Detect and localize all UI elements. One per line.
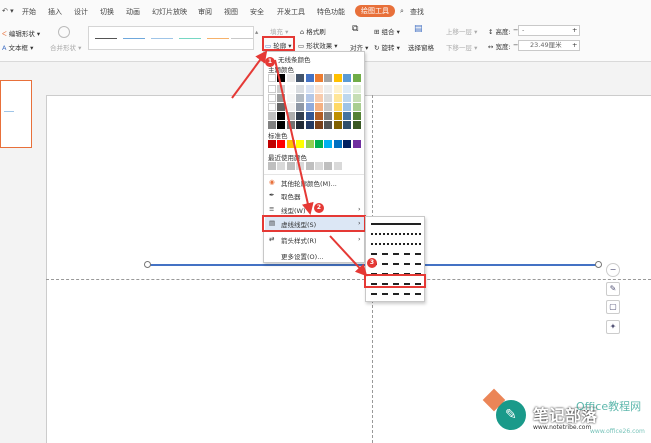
arrow-to-selected-dash [329,235,368,277]
pen-logo-icon: ✎ [505,407,517,423]
step-badge-3: 3 [367,258,377,268]
step-badge-1: 1 [265,57,275,67]
watermark-office: Office教程网 [576,400,642,413]
arrow-to-outline [231,50,268,99]
watermark-office-url: www.office26.com [590,428,645,435]
step-badge-2: 2 [314,203,324,213]
annotation-arrows [231,50,368,277]
watermark-url: www.notetribe.com [533,424,592,431]
arrow-to-dash-type [274,59,314,215]
